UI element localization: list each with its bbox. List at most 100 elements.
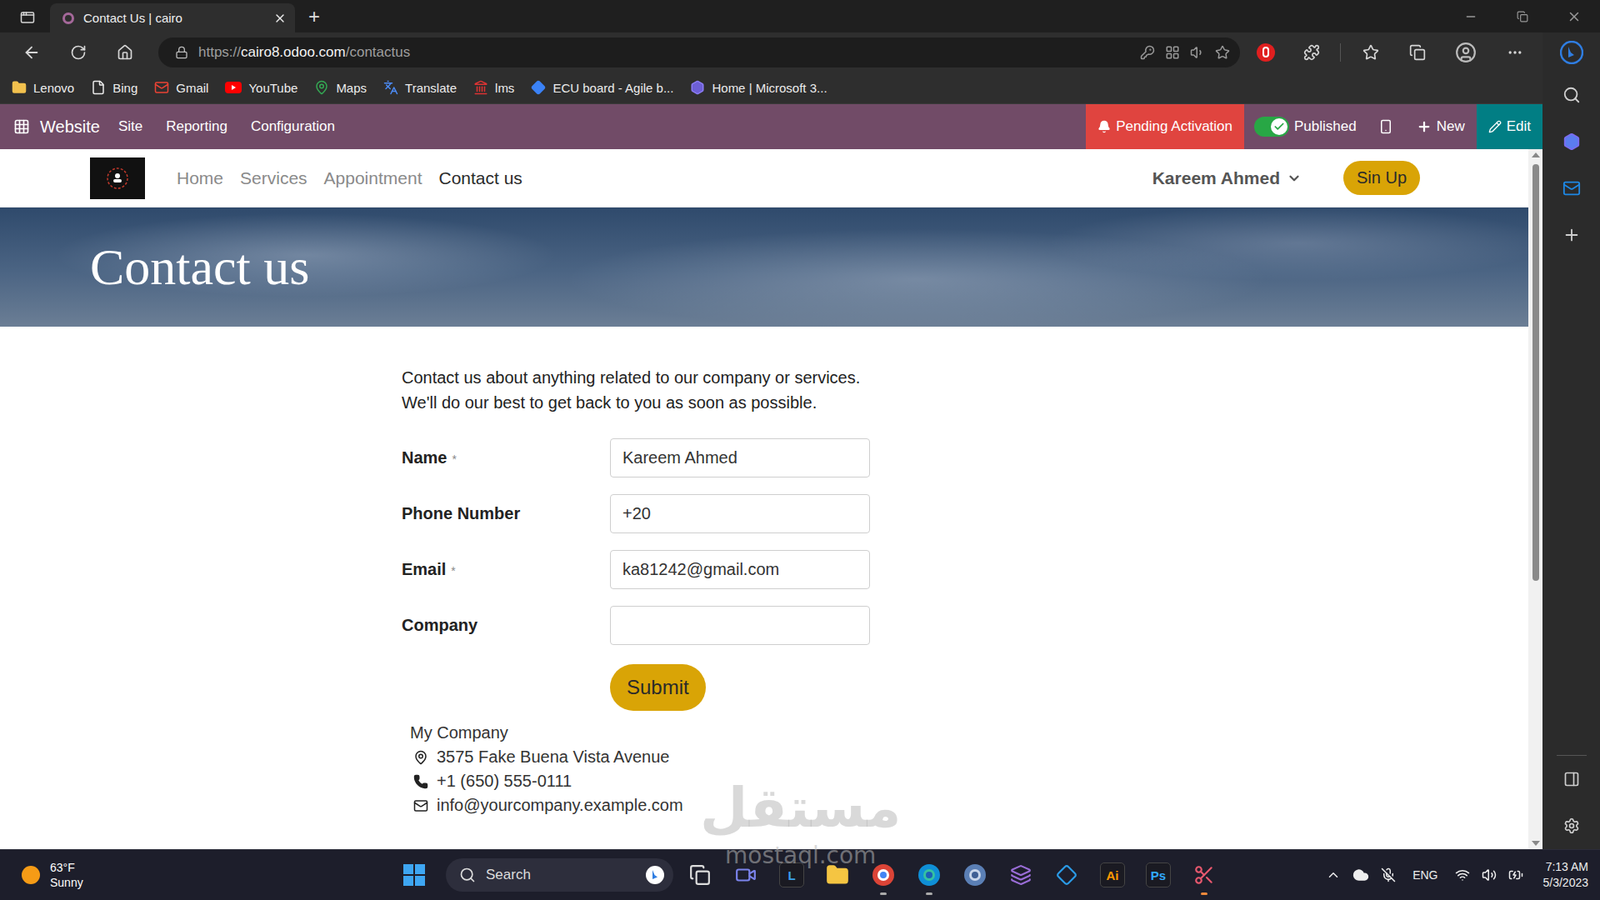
- bookmark[interactable]: Home | Microsoft 3...: [690, 80, 827, 95]
- weather-widget[interactable]: 63°FSunny: [0, 860, 395, 890]
- home-button[interactable]: [103, 37, 147, 68]
- bookmark[interactable]: ECU board - Agile b...: [530, 80, 674, 95]
- onedrive-icon: [1352, 866, 1370, 884]
- adblock-button[interactable]: [1243, 37, 1289, 68]
- text-input[interactable]: [610, 494, 870, 534]
- navbar-menu-item[interactable]: Reporting: [154, 104, 240, 150]
- published-toggle[interactable]: Published: [1244, 104, 1367, 150]
- copilot-button[interactable]: [1562, 118, 1581, 165]
- edit-button[interactable]: Edit: [1476, 104, 1543, 150]
- bookmark[interactable]: YouTube: [225, 80, 298, 95]
- menu-button[interactable]: [1492, 37, 1538, 68]
- taskbar-app[interactable]: [955, 853, 995, 897]
- taskbar-app[interactable]: [726, 853, 765, 897]
- mobile-preview-button[interactable]: [1366, 104, 1405, 150]
- restore-button[interactable]: [1496, 1, 1549, 32]
- taskbar-app[interactable]: [864, 853, 903, 897]
- plus-icon: [1416, 119, 1432, 135]
- text-input[interactable]: [610, 550, 870, 590]
- add-button[interactable]: [1562, 211, 1581, 259]
- text-input[interactable]: [610, 438, 870, 478]
- taskbar-app[interactable]: Ps: [1139, 853, 1178, 897]
- apps-icon: [1165, 45, 1180, 60]
- outlook-button[interactable]: [1562, 165, 1581, 212]
- board-icon: [530, 80, 546, 95]
- signup-button[interactable]: Sin Up: [1343, 160, 1420, 195]
- bookmarks-bar: Lenovo Bing Gmail YouTube Maps Translate lms EC…: [0, 71, 1543, 105]
- language-indicator[interactable]: ENG: [1407, 868, 1443, 882]
- site-logo[interactable]: [90, 157, 145, 200]
- app-letter-icon: Ai: [1100, 862, 1125, 888]
- nav-item[interactable]: Services: [231, 161, 316, 195]
- pending-activation-button[interactable]: Pending Activation: [1085, 104, 1245, 150]
- time: 7:13 AM: [1545, 859, 1589, 875]
- scrollbar[interactable]: [1528, 149, 1543, 850]
- bookmark[interactable]: lms: [473, 80, 515, 95]
- back-button[interactable]: [10, 37, 54, 68]
- close-tab-icon: [273, 11, 287, 25]
- text-input[interactable]: [610, 605, 870, 645]
- minimize-icon: [1464, 10, 1478, 24]
- taskbar-apps: Search L Ai Ps: [395, 853, 1224, 897]
- form-row: Email*: [401, 550, 1529, 590]
- nav-item[interactable]: Home: [168, 161, 232, 195]
- toggle-switch[interactable]: [1254, 116, 1290, 137]
- navbar-menu-item[interactable]: Site: [106, 104, 155, 150]
- navbar-menu-item[interactable]: Configuration: [239, 104, 347, 150]
- tab-actions-button[interactable]: [15, 2, 40, 33]
- taskbar-app[interactable]: [1047, 853, 1086, 897]
- taskbar-app[interactable]: L: [772, 853, 811, 897]
- nav-item[interactable]: Contact us: [430, 161, 530, 195]
- chevron-up-icon: [1325, 867, 1341, 883]
- clock[interactable]: 7:13 AM5/3/2023: [1543, 859, 1590, 891]
- search-icon: [1562, 85, 1581, 105]
- start-button[interactable]: [395, 853, 434, 897]
- new-button[interactable]: New: [1405, 104, 1477, 150]
- taskbar-search[interactable]: Search: [445, 858, 674, 892]
- phone-icon: [1378, 119, 1394, 135]
- scroll-thumb[interactable]: [1532, 164, 1540, 581]
- profile-button[interactable]: [1442, 37, 1490, 68]
- taskbar-app[interactable]: [1001, 853, 1040, 897]
- minimize-button[interactable]: [1445, 1, 1497, 32]
- odoo-favicon-icon: [61, 11, 75, 25]
- taskbar-app[interactable]: [1185, 853, 1224, 897]
- bookmark[interactable]: Lenovo: [11, 80, 75, 95]
- app-name[interactable]: Website: [33, 104, 107, 150]
- field-label: Company: [401, 615, 610, 635]
- caret-down-icon: [1286, 170, 1302, 186]
- maps-icon: [314, 80, 330, 95]
- back-icon: [22, 43, 41, 62]
- bookmark[interactable]: Translate: [383, 80, 457, 95]
- close-button[interactable]: [1548, 1, 1600, 32]
- bookmark[interactable]: Bing: [90, 80, 138, 95]
- odoo-navbar: WebsiteSiteReportingConfiguration Pending…: [0, 104, 1543, 150]
- address-bar[interactable]: https://cairo8.odoo.com/contactus: [158, 37, 1240, 68]
- home-icon: [116, 44, 134, 61]
- submit-button[interactable]: Submit: [610, 664, 706, 711]
- user-menu[interactable]: Kareem Ahmed: [1152, 168, 1302, 189]
- tab-strip: Contact Us | cairo+: [0, 0, 1600, 33]
- collections-button[interactable]: [1395, 37, 1440, 68]
- reload-button[interactable]: [56, 37, 100, 68]
- extensions-button[interactable]: [1291, 37, 1332, 68]
- nav-item[interactable]: Appointment: [315, 161, 431, 195]
- apps-menu-button[interactable]: [10, 104, 34, 150]
- sidebar-settings-button[interactable]: [1563, 802, 1580, 850]
- taskbar-app[interactable]: [680, 853, 720, 897]
- hide-sidebar-button[interactable]: [1563, 755, 1580, 803]
- search-button[interactable]: [1562, 71, 1581, 119]
- taskbar-app[interactable]: [818, 853, 857, 897]
- taskbar-app[interactable]: [910, 853, 949, 897]
- page-icon: [90, 80, 106, 95]
- logo-icon: [105, 165, 130, 191]
- bookmark[interactable]: Maps: [314, 80, 367, 95]
- system-tray: ENG 7:13 AM5/3/2023: [1325, 859, 1600, 891]
- microsoft-icon: [690, 80, 705, 95]
- browser-tab[interactable]: Contact Us | cairo: [50, 3, 295, 33]
- bing-button[interactable]: [1560, 32, 1584, 72]
- favorites-button[interactable]: [1349, 37, 1393, 68]
- taskbar-app[interactable]: Ai: [1093, 853, 1132, 897]
- bookmark[interactable]: Gmail: [154, 80, 209, 95]
- new-tab-button[interactable]: +: [295, 4, 334, 33]
